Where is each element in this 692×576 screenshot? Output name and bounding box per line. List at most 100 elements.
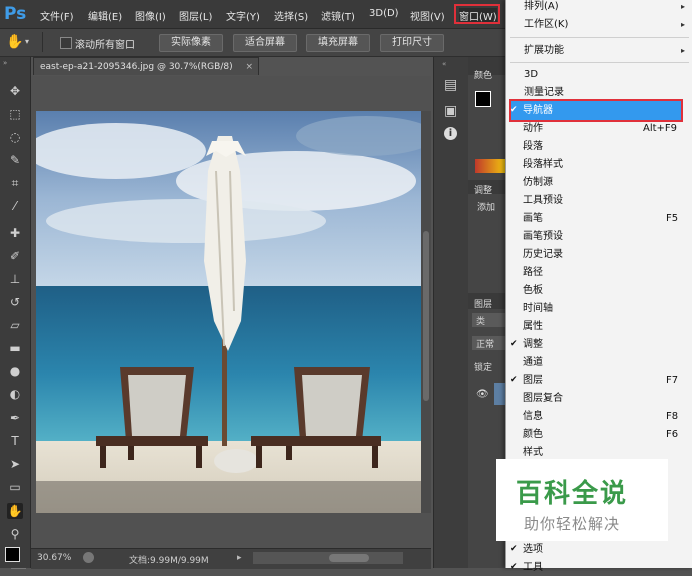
pen-tool-icon[interactable]: ✒ (7, 410, 23, 426)
info-icon[interactable] (83, 552, 94, 563)
eyedropper-tool-icon[interactable]: ⁄ (7, 198, 23, 214)
panel-foreground-swatch[interactable] (475, 91, 491, 107)
menu-item-swatches[interactable]: 色板 (523, 282, 683, 299)
marquee-tool-icon[interactable]: ⬚ (7, 106, 23, 122)
menu-item-channels[interactable]: 通道 (523, 354, 683, 371)
submenu-arrow-icon: ▸ (681, 20, 686, 29)
vertical-scrollbar[interactable] (421, 111, 431, 513)
menu-item-brush-presets[interactable]: 画笔预设 (523, 228, 683, 245)
history-brush-tool-icon[interactable]: ↺ (7, 294, 23, 310)
adjustments-add-label: 添加 (477, 203, 496, 213)
menu-item-extensions[interactable]: 扩展功能 (524, 42, 684, 59)
status-bar: 30.67% 文档:9.99M/9.99M ▸ (31, 548, 431, 569)
menu-3d[interactable]: 3D(D) (369, 8, 399, 19)
lasso-tool-icon[interactable]: ◌ (7, 129, 23, 145)
layers-panel-tab[interactable]: 图层 (474, 297, 492, 310)
menu-filter[interactable]: 滤镜(T) (321, 8, 355, 23)
type-tool-icon[interactable]: T (7, 433, 23, 449)
close-icon[interactable]: × (245, 58, 253, 76)
menu-item-tool-presets[interactable]: 工具预设 (523, 192, 683, 209)
info-panel-icon[interactable]: i (444, 127, 457, 140)
scroll-all-windows-label: 滚动所有窗口 (75, 40, 135, 51)
layer-visibility-eye-icon[interactable]: 👁 (476, 389, 489, 400)
collapse-icon[interactable]: « (442, 60, 446, 68)
scroll-all-windows-checkbox[interactable] (60, 37, 72, 49)
menu-item-3d[interactable]: 3D (524, 66, 684, 83)
checkmark-icon: ✔ (510, 339, 518, 349)
menu-item-info[interactable]: 信息 (523, 408, 683, 425)
eraser-tool-icon[interactable]: ▱ (7, 317, 23, 333)
menu-item-brush[interactable]: 画笔 (523, 210, 683, 227)
menu-item-timeline[interactable]: 时间轴 (523, 300, 683, 317)
history-panel-icon[interactable]: ▤ (444, 77, 457, 93)
healing-brush-tool-icon[interactable]: ✚ (7, 225, 23, 241)
move-tool-icon[interactable]: ✥ (7, 83, 23, 99)
color-ramp[interactable] (475, 159, 505, 173)
hand-tool-icon[interactable]: ✋ (7, 503, 23, 519)
submenu-arrow-icon: ▸ (681, 2, 686, 11)
menu-separator (510, 37, 689, 38)
collapse-icon[interactable]: » (3, 59, 7, 67)
zoom-level[interactable]: 30.67% (37, 553, 71, 563)
shortcut-color: F6 (666, 429, 679, 440)
beach-photo (36, 111, 422, 513)
watermark-subtitle: 助你轻松解决 (524, 515, 621, 533)
foreground-color-swatch[interactable] (5, 547, 20, 562)
shortcut-actions: Alt+F9 (643, 123, 678, 134)
menu-item-color[interactable]: 颜色 (523, 426, 683, 443)
shortcut-layers: F7 (666, 375, 679, 386)
menu-item-paragraph[interactable]: 段落 (523, 138, 683, 155)
horizontal-scrollbar[interactable] (253, 552, 403, 564)
menu-item-properties[interactable]: 属性 (523, 318, 683, 335)
menu-item-arrange[interactable]: 排列(A) (524, 0, 684, 15)
hand-tool-icon[interactable]: ✋ (6, 34, 23, 50)
clone-stamp-tool-icon[interactable]: ⊥ (7, 271, 23, 287)
menu-item-adjustments[interactable]: 调整 (523, 336, 683, 353)
menu-item-layers[interactable]: 图层 (523, 372, 683, 389)
document-tab-title: east-ep-a21-2095346.jpg @ 30.7%(RGB/8) (40, 62, 233, 72)
menu-item-paths[interactable]: 路径 (523, 264, 683, 281)
shortcut-brush: F5 (666, 213, 679, 224)
zoom-tool-icon[interactable]: ⚲ (7, 526, 23, 542)
adjustments-panel-tab[interactable]: 调整 (474, 183, 492, 196)
fill-screen-button[interactable]: 填充屏幕 (306, 34, 370, 52)
status-menu-arrow-icon[interactable]: ▸ (237, 553, 242, 563)
blur-tool-icon[interactable]: ● (7, 363, 23, 379)
actual-pixels-button[interactable]: 实际像素 (159, 34, 223, 52)
path-select-tool-icon[interactable]: ➤ (7, 456, 23, 472)
menu-layer[interactable]: 图层(L) (179, 8, 212, 23)
menu-item-workspace[interactable]: 工作区(K) (524, 16, 684, 33)
checkmark-icon: ✔ (510, 375, 518, 385)
menu-type[interactable]: 文字(Y) (226, 8, 260, 23)
print-size-button[interactable]: 打印尺寸 (380, 34, 444, 52)
layers-filter-label: 类 (476, 317, 486, 327)
shape-tool-icon[interactable]: ▭ (7, 479, 23, 495)
menu-image[interactable]: 图像(I) (135, 8, 166, 23)
scrollbar-thumb[interactable] (423, 231, 429, 401)
menu-item-paragraph-styles[interactable]: 段落样式 (523, 156, 683, 173)
horizontal-scrollbar-thumb[interactable] (329, 554, 369, 562)
quick-select-tool-icon[interactable]: ✎ (7, 152, 23, 168)
document-size: 文档:9.99M/9.99M (129, 556, 209, 566)
shortcut-info: F8 (666, 411, 679, 422)
menu-item-options[interactable]: 选项 (523, 541, 683, 558)
divider (42, 32, 43, 52)
menu-item-clone-source[interactable]: 仿制源 (523, 174, 683, 191)
gradient-tool-icon[interactable]: ▬ (7, 340, 23, 356)
menu-item-history[interactable]: 历史记录 (523, 246, 683, 263)
tool-preset-chevron-icon[interactable]: ▾ (25, 37, 29, 46)
menu-file[interactable]: 文件(F) (40, 8, 74, 23)
color-panel-tab[interactable]: 颜色 (474, 68, 492, 81)
brush-tool-icon[interactable]: ✐ (7, 248, 23, 264)
properties-panel-icon[interactable]: ▣ (444, 103, 457, 119)
menu-item-layer-comps[interactable]: 图层复合 (523, 390, 683, 407)
crop-tool-icon[interactable]: ⌗ (7, 175, 23, 191)
dodge-tool-icon[interactable]: ◐ (7, 386, 23, 402)
checkmark-icon: ✔ (510, 544, 518, 554)
menu-edit[interactable]: 编辑(E) (88, 8, 122, 23)
menu-view[interactable]: 视图(V) (410, 8, 445, 23)
fit-screen-button[interactable]: 适合屏幕 (233, 34, 297, 52)
panel-icon-strip: « ▤ ▣ i (433, 57, 468, 568)
menu-select[interactable]: 选择(S) (274, 8, 308, 23)
document-tab[interactable]: east-ep-a21-2095346.jpg @ 30.7%(RGB/8) × (33, 57, 259, 75)
